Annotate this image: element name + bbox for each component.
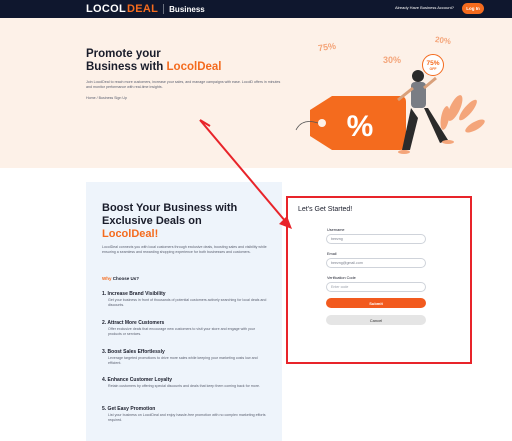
benefits-title-accent: LocolDeal! bbox=[102, 228, 159, 240]
badge-text: OFF bbox=[429, 66, 437, 71]
brand-divider bbox=[163, 4, 165, 14]
email-field[interactable]: beezng@gmail.com bbox=[326, 258, 426, 268]
hero-title-accent: LocolDeal bbox=[166, 61, 222, 73]
benefits-title: Boost Your Business with Exclusive Deals… bbox=[102, 202, 272, 241]
username-field[interactable]: beezng bbox=[326, 234, 426, 244]
brand-suffix: Business bbox=[169, 4, 205, 14]
why-choose-heading: Why Choose Us? bbox=[102, 276, 139, 281]
brand-logo[interactable]: LOCOL DEAL Business bbox=[86, 2, 205, 16]
feature-description: Leverage targeted promotions to drive mo… bbox=[108, 356, 258, 365]
discount-label-20: 20% bbox=[434, 34, 452, 47]
discount-badge: 75% OFF bbox=[422, 54, 444, 76]
why-accent: Why bbox=[102, 276, 112, 281]
top-header: LOCOL DEAL Business Already Have Busines… bbox=[0, 0, 512, 18]
email-label: Email bbox=[327, 252, 337, 256]
hero-title-line2: Business with LocolDeal bbox=[86, 61, 222, 74]
verification-code-field[interactable]: Enter code bbox=[326, 282, 426, 292]
cancel-button[interactable]: Cancel bbox=[326, 315, 426, 325]
feature-title: 1. Increase Brand Visibility bbox=[102, 291, 166, 297]
hero-title-line1: Promote your bbox=[86, 48, 161, 60]
brand-name-part1: LOCOL bbox=[86, 3, 126, 15]
brand-name-part2: DEAL bbox=[127, 3, 159, 15]
hero-illustration: % bbox=[295, 70, 485, 154]
leaf-decoration-icon bbox=[440, 95, 485, 133]
login-button[interactable]: Log In bbox=[462, 3, 484, 14]
benefits-title-line1: Boost Your Business with bbox=[102, 202, 238, 214]
form-title: Let's Get Started! bbox=[298, 206, 353, 213]
account-prompt: Already Have Business Account? bbox=[395, 5, 454, 10]
hero-title-prefix: Business with bbox=[86, 61, 167, 73]
feature-title: 5. Get Easy Promotion bbox=[102, 406, 156, 412]
benefits-title-line2: Exclusive Deals on bbox=[102, 215, 202, 227]
tag-percent-symbol: % bbox=[347, 110, 374, 143]
signup-form-card bbox=[286, 196, 472, 364]
hero-title: Promote your Business with LocolDeal bbox=[86, 48, 222, 74]
breadcrumb[interactable]: Home / Business Sign Up bbox=[86, 96, 127, 100]
feature-description: Retain customers by offering special dis… bbox=[108, 384, 260, 388]
verification-code-label: Verification Code bbox=[327, 276, 356, 280]
feature-description: List your business on LocolDeal and enjo… bbox=[108, 413, 266, 422]
username-label: Username bbox=[327, 228, 345, 232]
feature-title: 4. Enhance Customer Loyalty bbox=[102, 377, 173, 383]
feature-description: Offer exclusive deals that encourage new… bbox=[108, 327, 255, 336]
why-rest: Choose Us? bbox=[111, 276, 140, 281]
submit-button[interactable]: Submit bbox=[326, 298, 426, 308]
feature-description: Get your business in front of thousands … bbox=[108, 298, 267, 307]
badge-value: 75% bbox=[426, 59, 440, 67]
feature-title: 3. Boost Sales Effortlessly bbox=[102, 349, 165, 355]
hero-banner: 75% 30% 20% % 75% OFF bbox=[0, 18, 512, 168]
hero-description: Join LocolDeal to reach more customers, … bbox=[86, 80, 281, 89]
feature-title: 2. Attract More Customers bbox=[102, 320, 165, 326]
benefits-description: LocolDeal connects you with local custom… bbox=[102, 245, 267, 254]
